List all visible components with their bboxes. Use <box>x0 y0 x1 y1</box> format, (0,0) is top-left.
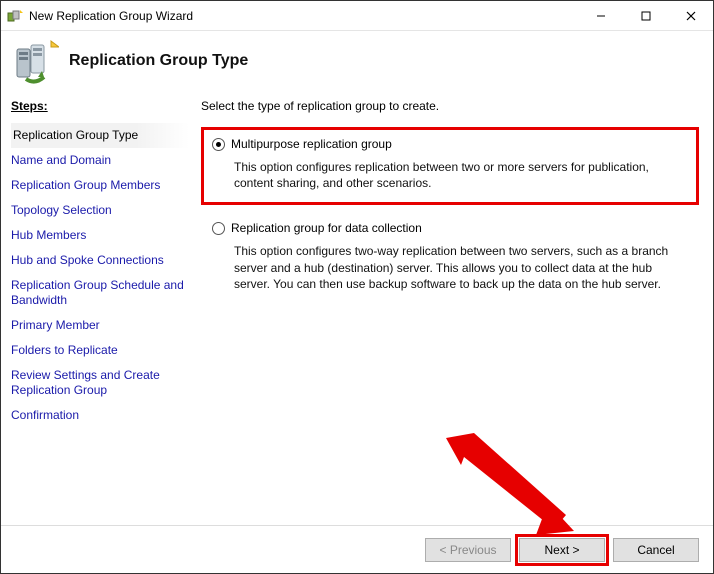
step-item[interactable]: Topology Selection <box>11 198 189 223</box>
replication-icon <box>11 37 59 85</box>
radio-button[interactable] <box>212 222 225 235</box>
radio-button[interactable] <box>212 138 225 151</box>
step-item[interactable]: Confirmation <box>11 403 189 428</box>
window-controls <box>578 1 713 31</box>
maximize-button[interactable] <box>623 1 668 31</box>
option-title[interactable]: Replication group for data collection <box>231 221 422 235</box>
wizard-header: Replication Group Type <box>1 31 713 95</box>
next-button[interactable]: Next > <box>519 538 605 562</box>
content-area: Steps: Replication Group TypeName and Do… <box>1 95 713 525</box>
step-item[interactable]: Primary Member <box>11 313 189 338</box>
step-item[interactable]: Name and Domain <box>11 148 189 173</box>
option-multipurpose: Multipurpose replication group This optio… <box>201 127 699 205</box>
main-panel: Select the type of replication group to … <box>195 95 703 521</box>
titlebar: New Replication Group Wizard <box>1 1 713 31</box>
step-item[interactable]: Replication Group Schedule and Bandwidth <box>11 273 189 313</box>
step-item[interactable]: Hub and Spoke Connections <box>11 248 189 273</box>
step-item[interactable]: Hub Members <box>11 223 189 248</box>
step-item[interactable]: Replication Group Type <box>11 123 189 148</box>
step-item[interactable]: Replication Group Members <box>11 173 189 198</box>
previous-button: < Previous <box>425 538 511 562</box>
page-title: Replication Group Type <box>69 52 248 70</box>
window-title: New Replication Group Wizard <box>29 9 578 23</box>
option-title[interactable]: Multipurpose replication group <box>231 137 392 151</box>
app-icon <box>7 8 23 24</box>
step-item[interactable]: Folders to Replicate <box>11 338 189 363</box>
steps-label: Steps: <box>11 99 189 113</box>
option-description: This option configures replication betwe… <box>234 159 688 191</box>
footer: < Previous Next > Cancel <box>1 525 713 573</box>
option-description: This option configures two-way replicati… <box>234 243 688 292</box>
wizard-window: New Replication Group Wizard <box>0 0 714 574</box>
steps-panel: Steps: Replication Group TypeName and Do… <box>11 95 189 521</box>
close-button[interactable] <box>668 1 713 31</box>
cancel-button[interactable]: Cancel <box>613 538 699 562</box>
option-data-collection: Replication group for data collection Thi… <box>201 211 699 306</box>
minimize-button[interactable] <box>578 1 623 31</box>
instruction-text: Select the type of replication group to … <box>201 99 699 113</box>
step-item[interactable]: Review Settings and Create Replication G… <box>11 363 189 403</box>
